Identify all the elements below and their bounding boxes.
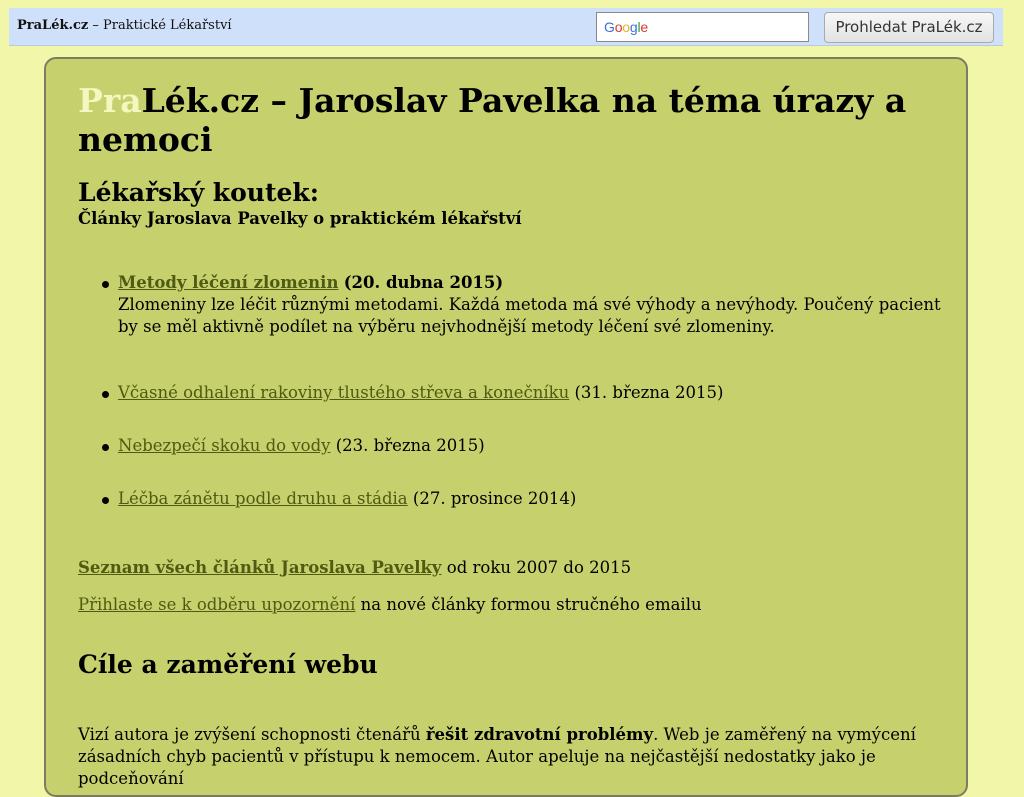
title-accent: Pra — [78, 81, 142, 120]
all-articles-link[interactable]: Seznam všech článků Jaroslava Pavelky — [78, 558, 442, 577]
site-name-bold[interactable]: PraLék.cz — [17, 18, 88, 33]
site-name-subtitle: – Praktické Lékařství — [88, 18, 232, 33]
vision-start: Vizí autora je zvýšení schopnosti čtenář… — [78, 725, 426, 744]
article-link-3[interactable]: Nebezpečí skoku do vody — [118, 436, 330, 455]
list-item: Nebezpečí skoku do vody (23. března 2015… — [118, 435, 485, 457]
article-date-3: (23. března 2015) — [335, 436, 485, 455]
bullet-icon — [102, 391, 109, 398]
goals-heading: Cíle a zaměření webu — [78, 650, 378, 679]
search-button[interactable]: Prohledat PraLék.cz — [824, 12, 994, 43]
list-item: Metody léčení zlomenin (20. dubna 2015) … — [118, 272, 958, 338]
article-date-2: (31. března 2015) — [574, 383, 724, 402]
list-item: Včasné odhalení rakoviny tlustého střeva… — [118, 382, 723, 404]
top-bar: PraLék.cz – Praktické Lékařství Google P… — [9, 8, 1003, 46]
article-link-4[interactable]: Léčba zánětu podle druhu a stádia — [118, 489, 408, 508]
subscribe-line: Přihlaste se k odběru upozornění na nové… — [78, 594, 702, 616]
google-logo-icon: Google — [604, 19, 648, 35]
section-heading: Lékařský koutek: — [78, 178, 319, 207]
subscribe-text: na nové články formou stručného emailu — [355, 595, 702, 614]
article-desc-1: Zlomeniny lze léčit různými metodami. Ka… — [118, 295, 941, 336]
bullet-icon — [102, 497, 109, 504]
section-subheading: Články Jaroslava Pavelky o praktickém lé… — [78, 209, 522, 228]
page-title: PraLék.cz – Jaroslav Pavelka na téma úra… — [78, 81, 938, 159]
article-link-2[interactable]: Včasné odhalení rakoviny tlustého střeva… — [118, 383, 569, 402]
vision-paragraph: Vizí autora je zvýšení schopnosti čtenář… — [78, 724, 958, 790]
article-link-1[interactable]: Metody léčení zlomenin — [118, 273, 338, 292]
all-articles-line: Seznam všech článků Jaroslava Pavelky od… — [78, 557, 631, 579]
bullet-icon — [102, 444, 109, 451]
article-date-1: (20. dubna 2015) — [343, 273, 504, 292]
search-input[interactable]: Google — [596, 12, 809, 42]
title-text: Lék.cz – Jaroslav Pavelka na téma úrazy … — [78, 81, 907, 159]
all-articles-range: od roku 2007 do 2015 — [441, 558, 632, 577]
bullet-icon — [102, 281, 109, 288]
main-panel — [44, 57, 968, 797]
site-name[interactable]: PraLék.cz – Praktické Lékařství — [17, 18, 232, 33]
subscribe-link[interactable]: Přihlaste se k odběru upozornění — [78, 595, 355, 614]
vision-bold: řešit zdravotní problémy — [425, 725, 654, 744]
list-item: Léčba zánětu podle druhu a stádia (27. p… — [118, 488, 576, 510]
article-date-4: (27. prosince 2014) — [412, 489, 577, 508]
